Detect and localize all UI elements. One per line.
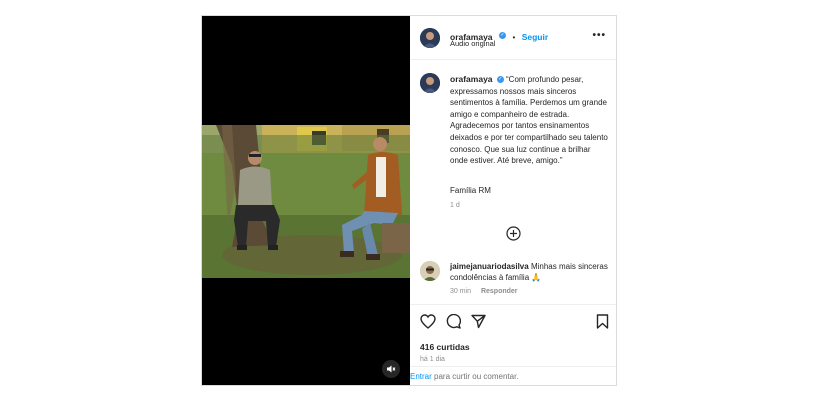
video-scene-illustration [202, 125, 410, 278]
video-frame-image [202, 125, 410, 278]
verified-badge-icon: ✓ [496, 76, 504, 84]
post-date: há 1 dia [420, 356, 445, 363]
post-header: orafamaya ✓ • Seguir Áudio original ••• [410, 16, 616, 60]
caption-author-avatar[interactable] [420, 73, 440, 93]
heart-icon[interactable] [420, 314, 436, 329]
caption-text: “Com profundo pesar, expressamos nossos … [450, 75, 608, 166]
more-options-icon[interactable]: ••• [592, 30, 606, 41]
avatar-image [420, 28, 440, 48]
comment-item: jaimejanuariodasilva Minhas mais sincera… [450, 261, 610, 283]
bookmark-icon[interactable] [596, 314, 609, 329]
author-avatar[interactable] [420, 28, 440, 48]
audio-label[interactable]: Áudio original [450, 39, 495, 48]
paper-plane-icon[interactable] [471, 314, 486, 329]
plus-circle-icon [506, 226, 521, 241]
commenter-avatar[interactable] [420, 261, 440, 281]
post-caption: orafamaya ✓ “Com profundo pesar, express… [450, 74, 608, 167]
avatar-image [420, 73, 440, 93]
post-details-panel: orafamaya ✓ • Seguir Áudio original ••• … [410, 16, 616, 385]
verified-badge-icon: ✓ [498, 32, 506, 40]
mute-toggle-button[interactable] [382, 360, 400, 378]
video-player[interactable] [202, 16, 410, 385]
follow-button[interactable]: Seguir [522, 32, 548, 42]
login-prompt-text: para curtir ou comentar. [434, 372, 519, 381]
caption-username[interactable]: orafamaya [450, 74, 493, 84]
speaker-muted-icon [387, 365, 396, 373]
reply-button[interactable]: Responder [481, 288, 518, 295]
comment-timestamp: 30 min [450, 288, 472, 295]
comment-icon[interactable] [446, 314, 461, 329]
instagram-post-frame: orafamaya ✓ • Seguir Áudio original ••• … [201, 15, 617, 386]
header-separator: • [512, 33, 516, 42]
avatar-image [420, 261, 440, 281]
caption-timestamp: 1 d [450, 202, 460, 209]
comment-meta: 30 min Responder [450, 288, 518, 295]
load-more-comments-button[interactable] [506, 226, 521, 241]
commenter-username[interactable]: jaimejanuariodasilva [450, 262, 529, 271]
caption-signature: Família RM [450, 186, 491, 195]
login-prompt: Entrar para curtir ou comentar. [410, 366, 616, 385]
login-link[interactable]: Entrar [410, 372, 432, 381]
likes-count[interactable]: 416 curtidas [420, 342, 470, 352]
